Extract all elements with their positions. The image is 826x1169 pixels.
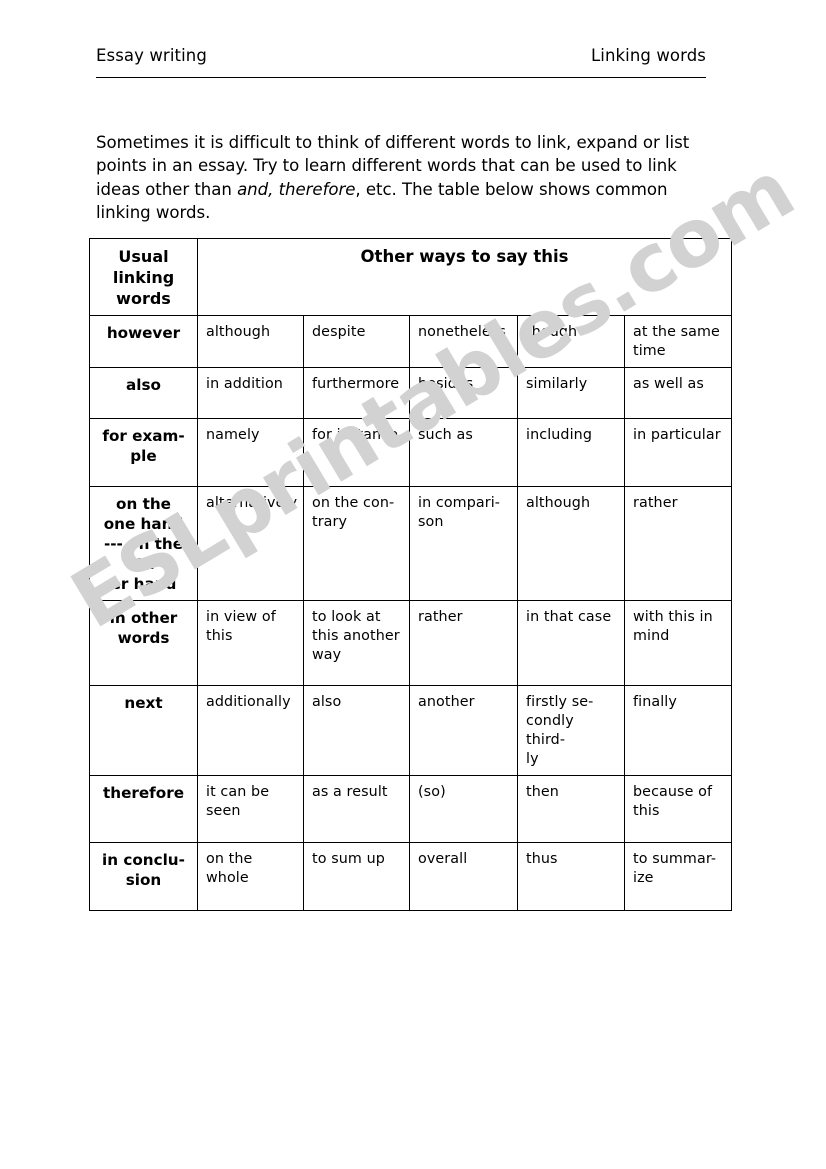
- row-value-cell: furthermore: [303, 367, 410, 419]
- row-value-cell: namely: [197, 418, 304, 487]
- table-body: however although despite nonetheless tho…: [89, 315, 733, 911]
- row-value-cell: as well as: [623, 367, 733, 419]
- row-value-cell: another: [409, 685, 518, 776]
- table-row: next additionally also another firstly s…: [89, 685, 733, 776]
- row-value-cell: then: [517, 775, 625, 843]
- table-row: in other words in view of this to look a…: [89, 600, 733, 686]
- intro-italic-terms: and, therefore: [237, 179, 356, 199]
- table-row: therefore it can be seen as a result (so…: [89, 775, 733, 843]
- row-value-cell: for instance: [303, 418, 410, 487]
- row-key-cell: on the one hand --- on the oth-er hand: [89, 486, 198, 601]
- row-value-cell: rather: [623, 486, 733, 601]
- row-value-cell: although: [517, 486, 625, 601]
- row-key-cell: also: [89, 367, 198, 419]
- table-row: also in addition furthermore besides sim…: [89, 367, 733, 419]
- row-value-cell: to sum up: [303, 842, 410, 911]
- row-value-cell: because of this: [623, 775, 733, 843]
- row-value-cell: in that case: [517, 600, 625, 686]
- row-value-cell: similarly: [517, 367, 625, 419]
- table-header-row: Usual linking words Other ways to say th…: [89, 238, 733, 316]
- row-key-cell: next: [89, 685, 198, 776]
- row-value-cell: overall: [409, 842, 518, 911]
- row-value-cell: thus: [517, 842, 625, 911]
- row-value-cell: to look at this another way: [303, 600, 410, 686]
- header-right-title: Linking words: [590, 46, 706, 65]
- row-value-cell: in addition: [197, 367, 304, 419]
- header-divider-rule: [96, 77, 706, 78]
- row-value-cell: besides: [409, 367, 518, 419]
- row-value-cell: it can be seen: [197, 775, 304, 843]
- row-value-cell: including: [517, 418, 625, 487]
- row-value-cell: rather: [409, 600, 518, 686]
- row-value-cell: at the same time: [623, 315, 733, 368]
- table-row: however although despite nonetheless tho…: [89, 315, 733, 368]
- row-value-cell: nonetheless: [409, 315, 518, 368]
- table-row: in conclu-sion on the whole to sum up ov…: [89, 842, 733, 911]
- row-value-cell: in compari-son: [409, 486, 518, 601]
- row-value-cell: in particular: [623, 418, 733, 487]
- header-left-title: Essay writing: [96, 46, 207, 65]
- row-key-cell: however: [89, 315, 198, 368]
- linking-words-table-wrapper: Usual linking words Other ways to say th…: [89, 238, 733, 911]
- row-value-cell: (so): [409, 775, 518, 843]
- table-header-other-ways: Other ways to say this: [196, 238, 733, 316]
- row-value-cell: such as: [409, 418, 518, 487]
- row-value-cell: in view of this: [197, 600, 304, 686]
- row-value-cell: though: [517, 315, 625, 368]
- table-header-usual-linking-words: Usual linking words: [89, 238, 198, 316]
- row-value-cell: to summar-ize: [623, 842, 733, 911]
- linking-words-table: Usual linking words Other ways to say th…: [89, 238, 733, 911]
- row-value-cell: although: [197, 315, 304, 368]
- row-value-cell: as a result: [303, 775, 410, 843]
- table-row: on the one hand --- on the oth-er hand a…: [89, 486, 733, 601]
- row-value-cell: on the con-trary: [303, 486, 410, 601]
- row-value-cell: despite: [303, 315, 410, 368]
- row-key-cell: for exam-ple: [89, 418, 198, 487]
- row-value-cell: alternatively: [197, 486, 304, 601]
- table-head: Usual linking words Other ways to say th…: [89, 238, 733, 316]
- page-header: Essay writing Linking words: [96, 46, 706, 80]
- table-row: for exam-ple namely for instance such as…: [89, 418, 733, 487]
- row-value-cell: also: [303, 685, 410, 776]
- row-key-cell: in other words: [89, 600, 198, 686]
- row-key-cell: in conclu-sion: [89, 842, 198, 911]
- row-value-cell: additionally: [197, 685, 304, 776]
- intro-paragraph: Sometimes it is difficult to think of di…: [96, 131, 716, 225]
- row-value-cell: with this in mind: [623, 600, 733, 686]
- row-value-cell: firstly se-condly third-ly: [517, 685, 625, 776]
- row-value-cell: on the whole: [197, 842, 304, 911]
- row-value-cell: finally: [623, 685, 733, 776]
- row-key-cell: therefore: [89, 775, 198, 843]
